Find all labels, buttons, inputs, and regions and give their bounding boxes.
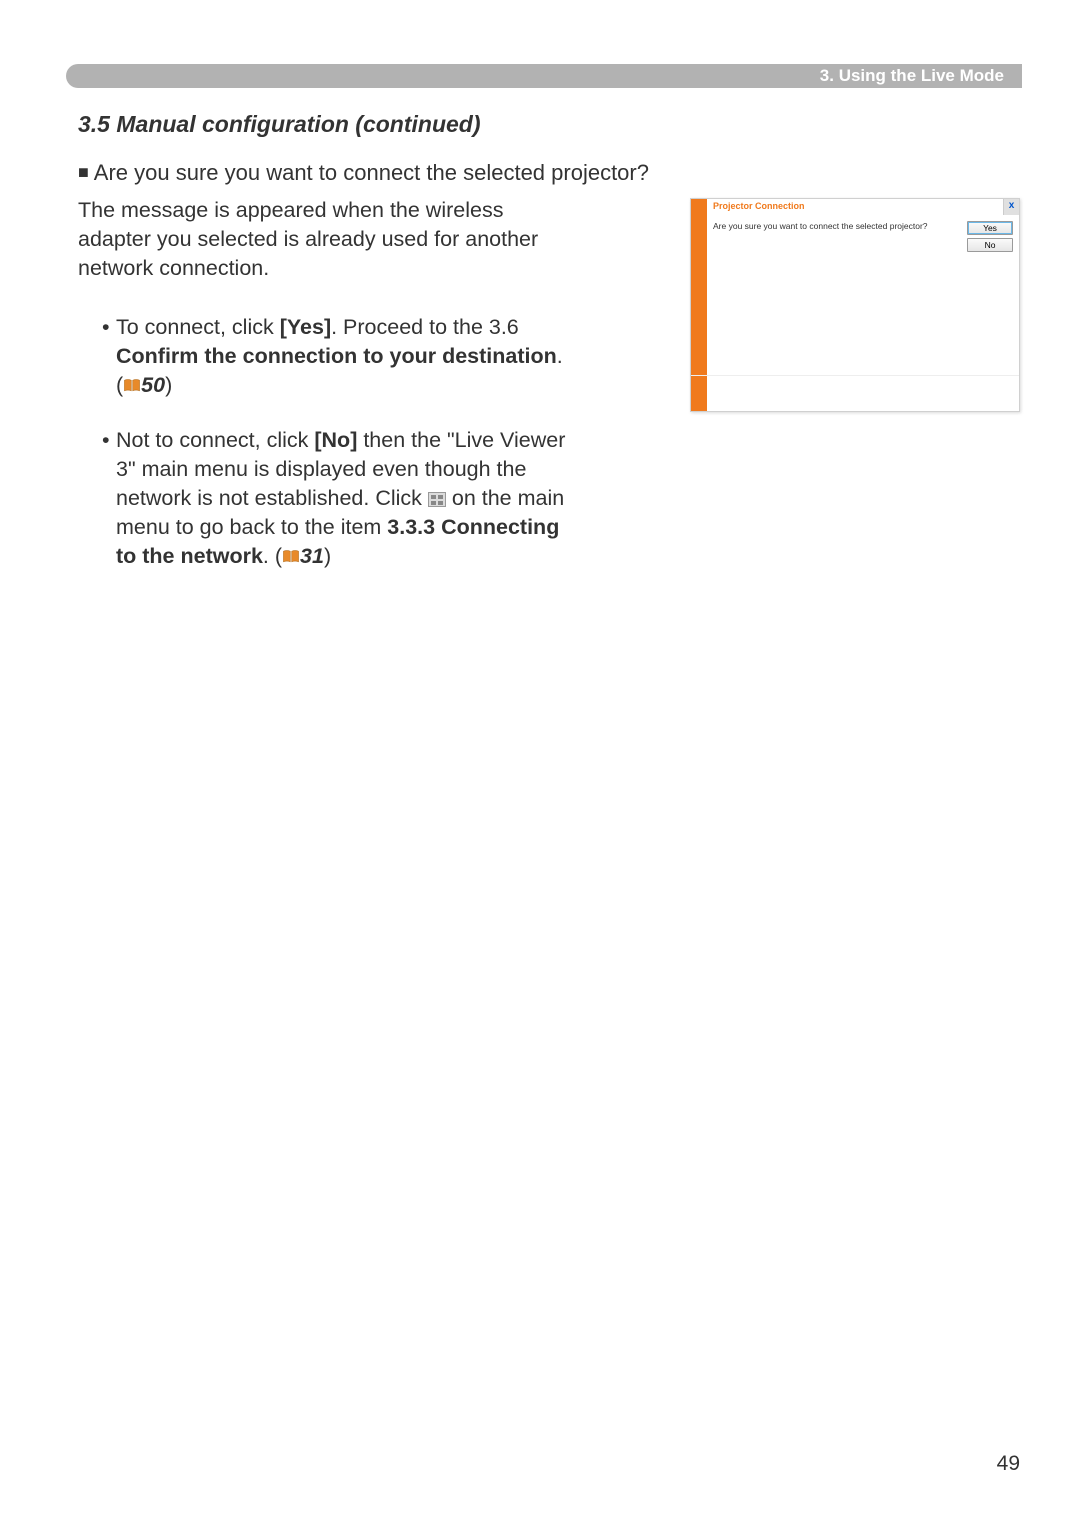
- no-label: [No]: [314, 428, 357, 452]
- bullet-item-1: • To connect, click [Yes]. Proceed to th…: [102, 313, 568, 400]
- page-number: 49: [997, 1452, 1020, 1476]
- dialog-footer: [691, 375, 1019, 411]
- dialog-button-stack: Yes No: [967, 221, 1013, 369]
- dialog-sidebar-accent: [691, 215, 707, 375]
- bullet-dot: •: [102, 426, 116, 571]
- dialog-titlebar: Projector Connection x: [691, 199, 1019, 215]
- page-ref-31: 31: [300, 544, 324, 568]
- dialog-sidebar-accent: [691, 376, 707, 411]
- book-icon: [123, 372, 141, 387]
- bullet-square-icon: ■: [78, 162, 89, 183]
- dialog-title: Projector Connection: [707, 199, 1003, 215]
- dialog-question: Are you sure you want to connect the sel…: [713, 221, 961, 369]
- close-icon[interactable]: x: [1003, 199, 1019, 215]
- two-column-layout: The message is appeared when the wireles…: [78, 196, 1020, 597]
- dialog-accent-tab: [691, 199, 707, 215]
- projector-connection-dialog: Projector Connection x Are you sure you …: [690, 198, 1020, 412]
- text-column: The message is appeared when the wireles…: [78, 196, 568, 597]
- dialog-image-column: Projector Connection x Are you sure you …: [588, 196, 1020, 597]
- bullet-list: • To connect, click [Yes]. Proceed to th…: [78, 313, 568, 571]
- intro-paragraph: The message is appeared when the wireles…: [78, 196, 568, 283]
- menu-grid-icon: [428, 492, 446, 507]
- dialog-footer-main: [707, 376, 1019, 411]
- page-body: ■ Are you sure you want to connect the s…: [78, 160, 1020, 597]
- yes-button[interactable]: Yes: [967, 221, 1013, 235]
- dialog-main: Are you sure you want to connect the sel…: [707, 215, 1019, 375]
- section-title: 3.5 Manual configuration (continued): [78, 111, 481, 138]
- yes-label: [Yes]: [280, 315, 331, 339]
- bullet-item-2: • Not to connect, click [No] then the "L…: [102, 426, 568, 571]
- question-text: Are you sure you want to connect the sel…: [89, 160, 649, 185]
- confirm-ref: Confirm the connection to your destinati…: [116, 344, 557, 368]
- bullet-1-text: To connect, click [Yes]. Proceed to the …: [116, 313, 568, 400]
- bullet-dot: •: [102, 313, 116, 400]
- chapter-header-bar: 3. Using the Live Mode: [66, 64, 1022, 88]
- dialog-body: Are you sure you want to connect the sel…: [691, 215, 1019, 375]
- no-button[interactable]: No: [967, 238, 1013, 252]
- chapter-header-text: 3. Using the Live Mode: [820, 66, 1004, 86]
- bullet-2-text: Not to connect, click [No] then the "Liv…: [116, 426, 568, 571]
- book-icon: [282, 543, 300, 558]
- page-ref-50: 50: [141, 373, 165, 397]
- question-line: ■ Are you sure you want to connect the s…: [78, 160, 1020, 186]
